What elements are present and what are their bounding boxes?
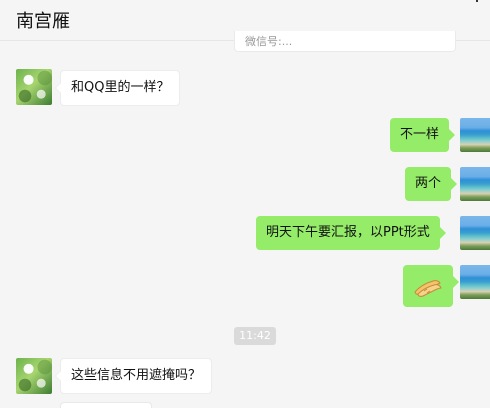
message-bubble-outgoing[interactable]: 两个 [405,167,458,201]
my-avatar[interactable] [460,265,490,299]
message-timestamp: 11:42 [234,327,276,345]
previous-message-text: 微信号:... [245,35,293,48]
message-text: 两个 [415,176,442,191]
next-message-partial[interactable] [60,402,152,408]
chat-title: 南宫雁 [16,11,70,32]
message-bubble-incoming[interactable]: 这些信息不用遮掩吗？ [54,358,213,394]
contact-avatar[interactable] [16,69,52,105]
message-bubble-outgoing[interactable]: 明天下午要汇报，以PPt形式 [256,216,446,250]
message-text: 这些信息不用遮掩吗？ [71,368,202,383]
previous-message-card[interactable]: 微信号:... [234,31,456,52]
my-avatar[interactable] [460,216,490,250]
message-text: 不一样 [400,127,440,142]
handshake-emoji [414,280,442,297]
header-mark [476,0,478,2]
my-avatar[interactable] [460,118,490,152]
emoji-message-bubble[interactable] [403,265,459,307]
contact-avatar[interactable] [16,358,52,394]
my-avatar[interactable] [460,167,490,201]
message-text: 明天下午要汇报，以PPt形式 [266,225,430,240]
message-bubble-incoming[interactable]: 和QQ里的一样？ [54,70,181,106]
message-bubble-outgoing[interactable]: 不一样 [390,118,456,152]
message-text: 和QQ里的一样？ [71,80,170,95]
